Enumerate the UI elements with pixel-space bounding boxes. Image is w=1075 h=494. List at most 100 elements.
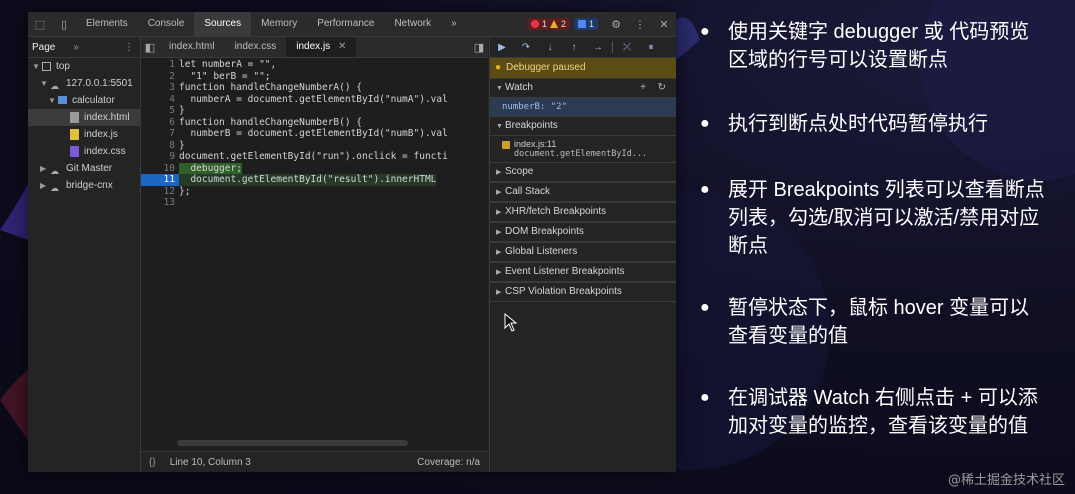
expand-arrow-icon: ▼ — [48, 96, 56, 105]
bullet-item: ● 展开 Breakpoints 列表可以查看断点列表，勾选/取消可以激活/禁用… — [700, 176, 1060, 260]
code-line[interactable]: 3 function handleChangeNumberA() { — [141, 82, 488, 94]
devtools-window: ⬚ ▯ Elements Console Sources Memory Perf… — [28, 12, 676, 472]
tab-sources[interactable]: Sources — [194, 12, 252, 36]
message-count-badge[interactable]: 1 — [573, 18, 598, 30]
debugger-toolbar: ▶ ↷ ↓ ↑ → ⤫ ⏸ — [490, 37, 676, 58]
line-number[interactable]: 6 — [141, 117, 179, 129]
collapse-arrow-icon: ▶ — [496, 189, 502, 196]
section-event-listener-breakpoints[interactable]: ▶ Event Listener Breakpoints — [490, 262, 676, 282]
tree-item-index-css[interactable]: index.css — [28, 143, 140, 160]
code-lines[interactable]: 1 let numberA = "", 2 "1" berB = ""; 3 fun… — [141, 59, 488, 209]
breakpoint-checkbox[interactable] — [502, 140, 510, 149]
bullet-item: ● 暂停状态下，鼠标 hover 变量可以查看变量的值 — [700, 294, 1060, 350]
cloud-icon: ☁ — [50, 182, 59, 193]
tree-item-calculator[interactable]: ▼ calculator — [28, 92, 140, 109]
step-out-icon[interactable]: ↑ — [562, 42, 586, 53]
breakpoint-item[interactable]: index.js:11 document.getElementById... — [490, 136, 676, 162]
tab-memory[interactable]: Memory — [251, 12, 307, 36]
line-number[interactable]: 3 — [141, 82, 179, 94]
step-into-icon[interactable]: ↓ — [538, 42, 562, 53]
section-breakpoints[interactable]: ▼ Breakpoints — [490, 116, 676, 136]
add-watch-button[interactable]: + — [640, 79, 646, 97]
deactivate-breakpoints-icon[interactable]: ⤫ — [615, 42, 639, 53]
editor-tabs: ◧ index.html index.css index.js ✕ ◨ — [141, 37, 488, 58]
editor-tab-index-html[interactable]: index.html — [159, 37, 225, 57]
section-xhr-breakpoints[interactable]: ▶ XHR/fetch Breakpoints — [490, 202, 676, 222]
code-line[interactable]: 9 document.getElementById("run").onclick … — [141, 151, 488, 163]
tree-item-index-js[interactable]: index.js — [28, 126, 140, 143]
code-line[interactable]: 13 — [141, 197, 488, 209]
resume-icon[interactable]: ▶ — [490, 42, 514, 53]
line-number[interactable]: 13 — [141, 197, 179, 209]
section-global-listeners[interactable]: ▶ Global Listeners — [490, 242, 676, 262]
tree-item-git-master[interactable]: ▶ ☁ Git Master — [28, 160, 140, 177]
code-line[interactable]: 7 numberB = document.getElementById("num… — [141, 128, 488, 140]
editor-tab-index-css[interactable]: index.css — [225, 37, 287, 57]
watch-expression[interactable]: numberB: "2" — [490, 98, 676, 116]
code-line-paused[interactable]: 10 debugger; — [141, 162, 488, 175]
inspect-element-icon[interactable]: ⬚ — [28, 12, 52, 36]
horizontal-scrollbar[interactable] — [177, 440, 408, 446]
code-line[interactable]: 5} — [141, 105, 488, 117]
pause-on-exceptions-icon[interactable]: ⏸ — [639, 42, 663, 53]
tree-item-top[interactable]: ▼ top — [28, 58, 140, 75]
line-number[interactable]: 12 — [141, 186, 179, 198]
editor-tab-index-js[interactable]: index.js ✕ — [286, 37, 357, 57]
code-line[interactable]: 6 function handleChangeNumberB() { — [141, 117, 488, 129]
code-line[interactable]: 1 let numberA = "", — [141, 59, 488, 71]
code-line[interactable]: 4 numberA = document.getElementById("num… — [141, 94, 488, 106]
close-icon[interactable]: ✕ — [652, 12, 676, 36]
bullet-text: 使用关键字 debugger 或 代码预览区域的行号可以设置断点 — [728, 21, 1030, 71]
section-dom-breakpoints[interactable]: ▶ DOM Breakpoints — [490, 222, 676, 242]
code-line[interactable]: 8} — [141, 140, 488, 152]
line-number[interactable]: 7 — [141, 128, 179, 140]
tree-item-bridge-cnx[interactable]: ▶ ☁ bridge-cnx — [28, 177, 140, 194]
breakpoint-line-number[interactable]: 11 — [141, 174, 179, 186]
section-watch[interactable]: ▼ Watch + ↻ — [490, 78, 676, 98]
pretty-print-icon[interactable]: {} — [149, 457, 156, 468]
line-number[interactable]: 2 — [141, 71, 179, 83]
tab-performance[interactable]: Performance — [307, 12, 384, 36]
step-icon[interactable]: → — [586, 42, 610, 53]
line-number[interactable]: 9 — [141, 151, 179, 163]
code-line-breakpoint[interactable]: 11 document.getElementById("result").inn… — [141, 174, 488, 186]
tab-console[interactable]: Console — [138, 12, 195, 36]
error-count-badge[interactable]: 1 2 — [526, 18, 570, 30]
code-editor: ◧ index.html index.css index.js ✕ ◨ 1 let… — [141, 37, 488, 472]
line-number[interactable]: 4 — [141, 94, 179, 106]
section-call-stack[interactable]: ▶ Call Stack — [490, 182, 676, 202]
collapse-arrow-icon: ▶ — [496, 269, 502, 276]
step-over-icon[interactable]: ↷ — [514, 42, 538, 53]
line-text: let numberA = "", — [179, 59, 277, 70]
navigator-header: Page » ⋮ — [28, 37, 140, 58]
expand-arrow-icon: ▼ — [496, 85, 503, 92]
code-line[interactable]: 12}; — [141, 186, 488, 198]
more-tabs-button[interactable]: » — [441, 12, 467, 36]
watermark: @稀土掘金技术社区 — [947, 473, 1065, 488]
tree-item-host[interactable]: ▼ ☁ 127.0.0.1:5501 — [28, 75, 140, 92]
code-line[interactable]: 2 "1" berB = ""; — [141, 71, 488, 83]
tab-network[interactable]: Network — [384, 12, 441, 36]
section-scope[interactable]: ▶ Scope — [490, 162, 676, 182]
toggle-debugger-icon[interactable]: ◨ — [470, 35, 488, 59]
section-csp-violation-breakpoints[interactable]: ▶ CSP Violation Breakpoints — [490, 282, 676, 302]
warning-icon — [549, 20, 558, 28]
tree-item-index-html[interactable]: index.html — [28, 109, 140, 126]
line-text: numberB = document.getElementById("numB"… — [179, 128, 448, 139]
more-options-icon[interactable]: ⋮ — [628, 12, 652, 36]
bullet-dot-icon: ● — [700, 389, 710, 406]
line-number[interactable]: 5 — [141, 105, 179, 117]
navigator-more-button[interactable]: » — [73, 42, 79, 53]
tab-elements[interactable]: Elements — [76, 12, 138, 36]
navigator-tab-page[interactable]: Page — [32, 42, 55, 53]
line-number[interactable]: 10 — [141, 163, 179, 175]
settings-gear-icon[interactable]: ⚙ — [604, 12, 628, 36]
paused-info-icon: ● — [495, 62, 502, 73]
line-number[interactable]: 8 — [141, 140, 179, 152]
navigator-options-icon[interactable]: ⋮ — [124, 42, 134, 53]
toggle-navigator-icon[interactable]: ◧ — [141, 35, 159, 59]
device-toolbar-icon[interactable]: ▯ — [52, 12, 76, 36]
line-number[interactable]: 1 — [141, 59, 179, 71]
refresh-watch-button[interactable]: ↻ — [658, 79, 666, 97]
close-tab-icon[interactable]: ✕ — [338, 41, 346, 52]
